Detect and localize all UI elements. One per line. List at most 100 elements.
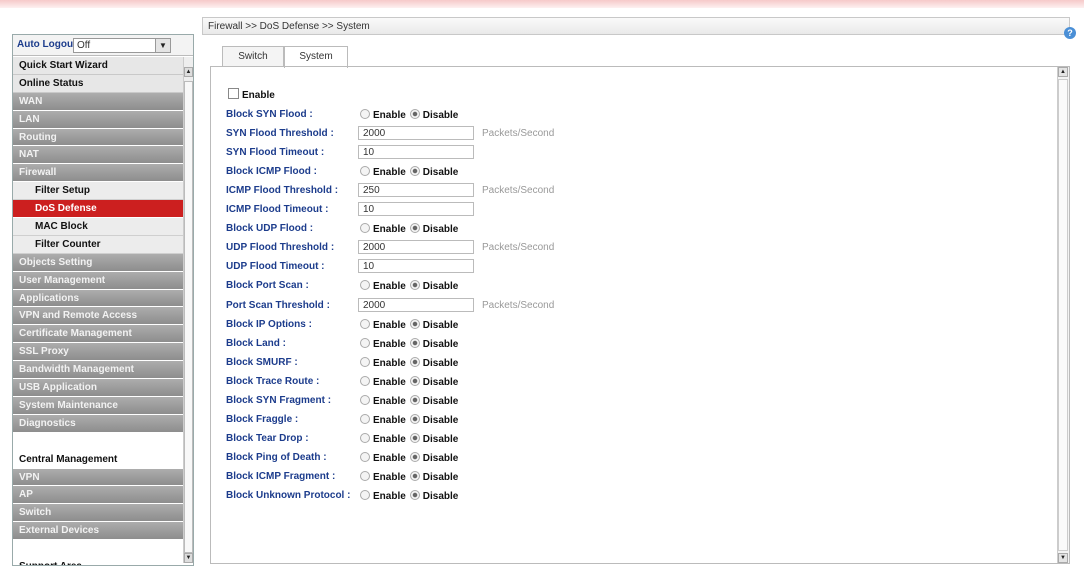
radio-icon[interactable] <box>409 337 420 348</box>
enable-checkbox[interactable] <box>228 88 239 99</box>
sidebar-item-firewall[interactable]: Firewall <box>13 164 183 183</box>
radio-disable[interactable]: Disable <box>409 280 458 292</box>
radio-icon[interactable] <box>409 109 420 119</box>
radio-icon[interactable] <box>360 337 370 348</box>
sidebar-item-certificate-management[interactable]: Certificate Management <box>13 325 183 344</box>
sidebar-item-lan[interactable]: LAN <box>13 110 183 129</box>
radio-icon[interactable] <box>409 413 420 424</box>
sidebar-item-vpn-and-remote-access[interactable]: VPN and Remote Access <box>13 307 183 326</box>
radio-icon[interactable] <box>360 451 370 462</box>
radio-disable[interactable]: Disable <box>409 318 458 331</box>
sidebar-item-wan[interactable]: WAN <box>13 92 183 111</box>
sidebar-item-system-maintenance[interactable]: System Maintenance <box>13 396 183 415</box>
content-scrollbar[interactable]: ▲ ▼ <box>1057 67 1069 563</box>
radio-icon[interactable] <box>360 470 370 481</box>
icmp-flood-threshold-input[interactable]: 250 <box>358 183 474 198</box>
scroll-up-icon[interactable]: ▲ <box>184 67 193 77</box>
radio-enable[interactable]: Enable <box>360 490 406 502</box>
scroll-up-icon[interactable]: ▲ <box>1058 67 1068 77</box>
sidebar-item-bandwidth-management[interactable]: Bandwidth Management <box>13 361 183 380</box>
sidebar-item-routing[interactable]: Routing <box>13 128 183 147</box>
radio-disable[interactable]: Disable <box>409 470 458 483</box>
radio-disable[interactable]: Disable <box>409 166 458 178</box>
radio-disable[interactable]: Disable <box>409 337 458 350</box>
sidebar-item-nat[interactable]: NAT <box>13 146 183 165</box>
radio-icon[interactable] <box>360 223 370 234</box>
tab-system[interactable]: System <box>284 46 348 68</box>
sidebar-item-ssl-proxy[interactable]: SSL Proxy <box>13 343 183 362</box>
radio-icon[interactable] <box>360 413 370 424</box>
auto-logout-select[interactable]: Off ▼ <box>73 38 171 53</box>
radio-enable[interactable]: Enable <box>360 451 406 464</box>
sidebar-item-online-status[interactable]: Online Status <box>13 74 183 93</box>
radio-icon[interactable] <box>360 109 370 119</box>
radio-enable[interactable]: Enable <box>360 470 406 483</box>
scroll-thumb[interactable] <box>1058 79 1068 551</box>
scroll-down-icon[interactable]: ▼ <box>184 553 193 563</box>
radio-disable[interactable]: Disable <box>409 223 458 235</box>
radio-icon[interactable] <box>409 375 420 386</box>
sidebar-item-mac-block[interactable]: MAC Block <box>13 218 183 236</box>
radio-disable[interactable]: Disable <box>409 490 458 502</box>
sidebar-item-vpn[interactable]: VPN <box>13 468 183 487</box>
radio-enable[interactable]: Enable <box>360 413 406 426</box>
radio-icon[interactable] <box>409 318 420 329</box>
radio-icon[interactable] <box>360 432 370 443</box>
udp-flood-timeout-input[interactable]: 10 <box>358 259 474 274</box>
radio-disable[interactable]: Disable <box>409 432 458 445</box>
radio-enable[interactable]: Enable <box>360 337 406 350</box>
radio-icon[interactable] <box>360 490 370 500</box>
radio-disable[interactable]: Disable <box>409 413 458 426</box>
sidebar-item-external-devices[interactable]: External Devices <box>13 522 183 541</box>
radio-disable[interactable]: Disable <box>409 451 458 464</box>
radio-disable[interactable]: Disable <box>409 375 458 388</box>
radio-enable[interactable]: Enable <box>360 432 406 445</box>
sidebar-item-support-area[interactable]: Support Area <box>13 558 183 565</box>
sidebar-item-quick-start-wizard[interactable]: Quick Start Wizard <box>13 57 183 75</box>
radio-icon[interactable] <box>409 166 420 177</box>
radio-enable[interactable]: Enable <box>360 375 406 388</box>
radio-enable[interactable]: Enable <box>360 109 406 121</box>
radio-icon[interactable] <box>409 451 420 462</box>
radio-enable[interactable]: Enable <box>360 318 406 331</box>
radio-icon[interactable] <box>409 470 420 481</box>
udp-flood-threshold-input[interactable]: 2000 <box>358 240 474 255</box>
port-scan-threshold-input[interactable]: 2000 <box>358 297 474 312</box>
chevron-down-icon[interactable]: ▼ <box>155 39 170 52</box>
radio-icon[interactable] <box>409 432 420 443</box>
sidebar-item-filter-setup[interactable]: Filter Setup <box>13 182 183 201</box>
radio-disable[interactable]: Disable <box>409 356 458 369</box>
radio-icon[interactable] <box>409 280 420 291</box>
radio-icon[interactable] <box>360 166 370 177</box>
radio-icon[interactable] <box>360 394 370 405</box>
sidebar-item-objects-setting[interactable]: Objects Setting <box>13 253 183 272</box>
sidebar-item-central-management[interactable]: Central Management <box>13 450 183 469</box>
radio-icon[interactable] <box>360 280 370 291</box>
radio-icon[interactable] <box>360 375 370 386</box>
sidebar-item-filter-counter[interactable]: Filter Counter <box>13 235 183 254</box>
radio-icon[interactable] <box>409 490 420 500</box>
sidebar-item-diagnostics[interactable]: Diagnostics <box>13 414 183 433</box>
radio-enable[interactable]: Enable <box>360 223 406 235</box>
radio-enable[interactable]: Enable <box>360 166 406 178</box>
radio-enable[interactable]: Enable <box>360 356 406 369</box>
radio-enable[interactable]: Enable <box>360 394 406 407</box>
sidebar-item-switch[interactable]: Switch <box>13 504 183 523</box>
radio-icon[interactable] <box>409 356 420 367</box>
sidebar-item-user-management[interactable]: User Management <box>13 271 183 290</box>
radio-disable[interactable]: Disable <box>409 109 458 121</box>
syn-flood-timeout-input[interactable]: 10 <box>358 145 474 160</box>
sidebar-item-usb-application[interactable]: USB Application <box>13 379 183 397</box>
sidebar-item-applications[interactable]: Applications <box>13 289 183 308</box>
tab-switch[interactable]: Switch <box>222 46 284 67</box>
scroll-down-icon[interactable]: ▼ <box>1058 553 1068 563</box>
radio-icon[interactable] <box>360 318 370 329</box>
enable-checkbox-row[interactable]: Enable <box>228 88 275 101</box>
radio-icon[interactable] <box>409 394 420 405</box>
syn-flood-threshold-input[interactable]: 2000 <box>358 126 474 141</box>
radio-icon[interactable] <box>360 356 370 367</box>
scroll-thumb[interactable] <box>184 81 193 553</box>
sidebar-scrollbar[interactable]: ▲ ▼ <box>183 57 193 563</box>
sidebar-item-ap[interactable]: AP <box>13 486 183 505</box>
radio-enable[interactable]: Enable <box>360 280 406 292</box>
